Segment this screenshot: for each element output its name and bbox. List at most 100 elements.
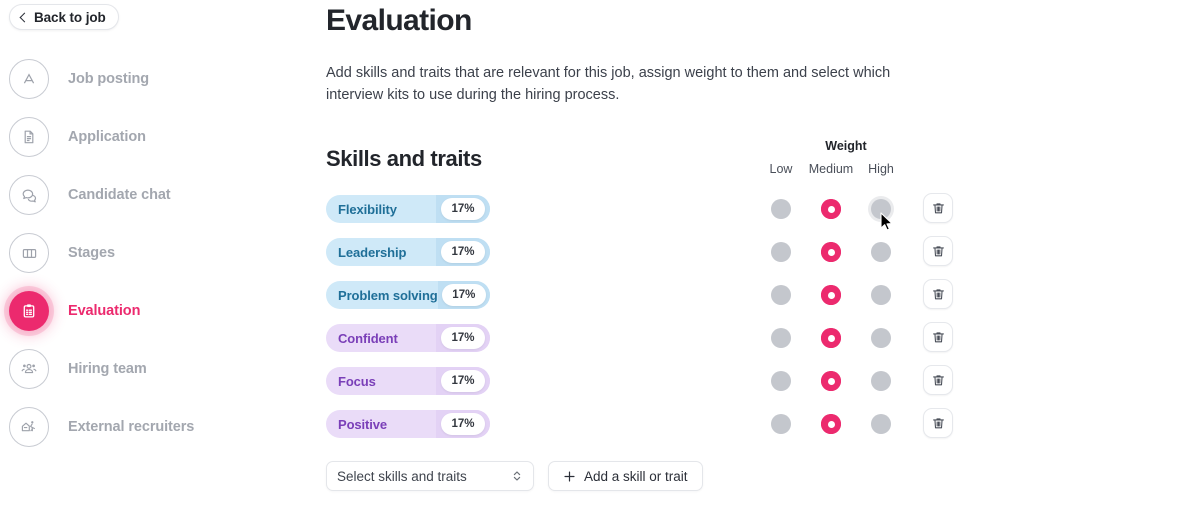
document-icon: [9, 117, 49, 157]
weight-radio-low[interactable]: [756, 322, 806, 354]
sidebar-item-label: Application: [68, 129, 146, 145]
trash-icon: [932, 417, 944, 428]
weight-radio-high[interactable]: [856, 408, 906, 440]
weight-radio-group: [756, 408, 906, 440]
weight-radio-group: [756, 193, 906, 225]
sidebar-item-application[interactable]: Application: [0, 108, 320, 166]
weight-radio-medium[interactable]: [806, 322, 856, 354]
sidebar-item-label: Job posting: [68, 71, 150, 87]
select-value: Select skills and traits: [337, 468, 467, 484]
weight-radio-high[interactable]: [856, 236, 906, 268]
page-title: Evaluation: [326, 4, 472, 37]
sidebar-item-label: Evaluation: [68, 303, 141, 319]
chat-bubbles-icon: [9, 175, 49, 215]
skill-name: Leadership: [338, 244, 407, 260]
weight-radio-high[interactable]: [856, 365, 906, 397]
weight-radio-medium[interactable]: [806, 408, 856, 440]
skill-pill[interactable]: Problem solving 17%: [326, 281, 490, 309]
trait-name: Confident: [338, 330, 398, 346]
main-content: Evaluation Add skills and traits that ar…: [326, 0, 1179, 531]
weight-radio-group: [756, 365, 906, 397]
delete-row-button[interactable]: [923, 365, 953, 395]
page-description: Add skills and traits that are relevant …: [326, 65, 891, 103]
weight-header-title: Weight: [825, 139, 867, 153]
trait-weight-value: 17%: [441, 327, 485, 349]
sidebar-item-evaluation[interactable]: Evaluation: [0, 282, 320, 340]
back-to-job-button[interactable]: Back to job: [9, 4, 119, 30]
weight-radio-low[interactable]: [756, 236, 806, 268]
select-skills-and-traits-dropdown[interactable]: Select skills and traits: [326, 461, 534, 491]
sidebar-item-stages[interactable]: Stages: [0, 224, 320, 282]
sidebar-item-label: Candidate chat: [68, 187, 171, 203]
weight-column-label-high: High: [868, 162, 894, 176]
add-skill-or-trait-button[interactable]: Add a skill or trait: [548, 461, 703, 491]
plus-icon: [564, 470, 575, 482]
weight-radio-low[interactable]: [756, 408, 806, 440]
trait-pill[interactable]: Focus 17%: [326, 367, 490, 395]
weight-header: Weight Low Medium High: [756, 139, 936, 176]
table-row: Leadership 17%: [326, 236, 966, 279]
weight-radio-medium[interactable]: [806, 193, 856, 225]
weight-radio-low[interactable]: [756, 365, 806, 397]
section-title-skills-and-traits: Skills and traits: [326, 146, 482, 171]
back-to-job-label: Back to job: [34, 9, 106, 25]
weight-column-label-medium: Medium: [808, 162, 854, 176]
weight-radio-medium[interactable]: [806, 279, 856, 311]
delete-row-button[interactable]: [923, 322, 953, 352]
sidebar-item-label: Stages: [68, 245, 115, 261]
weight-radio-medium[interactable]: [806, 236, 856, 268]
weight-radio-group: [756, 236, 906, 268]
delete-row-button[interactable]: [923, 193, 953, 223]
weight-column-label-low: Low: [769, 162, 793, 176]
trait-pill[interactable]: Confident 17%: [326, 324, 490, 352]
sidebar-item-external-recruiters[interactable]: External recruiters: [0, 398, 320, 456]
weight-radio-group: [756, 279, 906, 311]
skill-weight-badge: 17%: [436, 195, 490, 223]
weight-radio-group: [756, 322, 906, 354]
skill-pill[interactable]: Flexibility 17%: [326, 195, 490, 223]
trait-pill[interactable]: Positive 17%: [326, 410, 490, 438]
sidebar-item-label: External recruiters: [68, 419, 195, 435]
weight-radio-high[interactable]: [856, 279, 906, 311]
add-skill-or-trait-label: Add a skill or trait: [584, 468, 688, 484]
clipboard-icon: [9, 291, 49, 331]
skill-pill[interactable]: Leadership 17%: [326, 238, 490, 266]
table-row: Focus 17%: [326, 365, 966, 408]
delete-row-button[interactable]: [923, 236, 953, 266]
sidebar-nav: Job posting Application Candidate chat S…: [0, 50, 320, 456]
delete-row-button[interactable]: [923, 408, 953, 438]
people-icon: [9, 349, 49, 389]
skill-weight-value: 17%: [441, 198, 485, 220]
sidebar: Back to job Job posting Application Cand…: [0, 0, 320, 531]
sidebar-item-candidate-chat[interactable]: Candidate chat: [0, 166, 320, 224]
table-row: Confident 17%: [326, 322, 966, 365]
trash-icon: [932, 202, 944, 213]
table-row: Positive 17%: [326, 408, 966, 451]
trait-weight-value: 17%: [441, 413, 485, 435]
sidebar-item-job-posting[interactable]: Job posting: [0, 50, 320, 108]
skill-weight-value: 17%: [441, 284, 486, 306]
skill-name: Problem solving: [338, 287, 438, 303]
trait-weight-value: 17%: [441, 370, 485, 392]
sidebar-item-label: Hiring team: [68, 361, 147, 377]
skill-weight-value: 17%: [441, 241, 485, 263]
weight-radio-medium[interactable]: [806, 365, 856, 397]
weight-radio-high[interactable]: [856, 322, 906, 354]
sidebar-item-hiring-team[interactable]: Hiring team: [0, 340, 320, 398]
chevron-left-icon: [19, 12, 30, 22]
trash-icon: [932, 245, 944, 256]
trait-weight-badge: 17%: [436, 324, 490, 352]
trash-icon: [932, 331, 944, 342]
trait-name: Positive: [338, 416, 388, 432]
trait-weight-badge: 17%: [436, 410, 490, 438]
recruiter-icon: [9, 407, 49, 447]
weight-radio-high[interactable]: [856, 193, 906, 225]
delete-row-button[interactable]: [923, 279, 953, 309]
weight-radio-low[interactable]: [756, 193, 806, 225]
skill-weight-badge: 17%: [437, 281, 490, 309]
trait-name: Focus: [338, 373, 376, 389]
footer-controls: Select skills and traits Add a skill or …: [326, 461, 703, 491]
weight-radio-low[interactable]: [756, 279, 806, 311]
weight-column-labels: Low Medium High: [756, 162, 936, 176]
trash-icon: [932, 374, 944, 385]
